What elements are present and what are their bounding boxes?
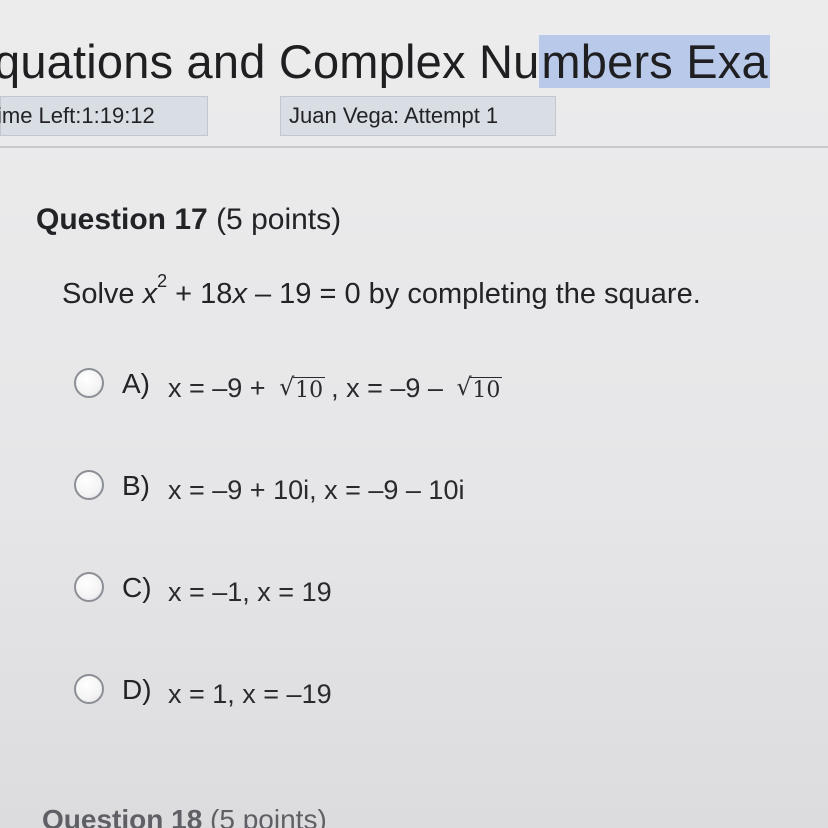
exam-title: quations and Complex Numbers Exa [0, 28, 770, 96]
exam-meta-row: ime Left:1:19:12 Juan Vega: Attempt 1 [0, 96, 828, 136]
option-letter: C) [122, 572, 152, 603]
radio-unselected-icon[interactable] [74, 368, 104, 398]
question-prompt: Solve x2 + 18x – 19 = 0 by completing th… [62, 272, 701, 316]
question-points: (5 points) [216, 203, 342, 236]
question-number: Question 17 [36, 203, 208, 236]
header-divider [0, 146, 828, 148]
sqrt-value: 10 [293, 377, 326, 403]
radio-unselected-icon[interactable] [74, 674, 104, 704]
next-question-points: (5 points) [210, 804, 327, 828]
prompt-variable: x [232, 278, 247, 310]
next-question-number: Question 18 [42, 804, 203, 828]
prompt-text: + 18 [167, 278, 233, 310]
option-letter: B) [122, 470, 150, 501]
time-left-box: ime Left:1:19:12 [0, 96, 208, 136]
answer-option-b[interactable]: B) x = –9 + 10i, x = –9 – 10i [70, 466, 770, 510]
prompt-variable: x [142, 278, 158, 310]
option-text: x = –9 + √ 10, x = –9 – √ 10 [168, 370, 508, 409]
time-left-label: ime Left:1:19:12 [0, 103, 155, 128]
option-text-part: , x = –9 – [331, 373, 451, 403]
prompt-text: – 19 = 0 by completing the square. [246, 278, 701, 310]
exam-title-highlighted: mbers Exa [539, 35, 770, 88]
question-heading: Question 17 (5 points) [36, 200, 341, 240]
attempt-box: Juan Vega: Attempt 1 [280, 96, 556, 136]
sqrt-icon: √ [456, 373, 472, 401]
answer-option-c[interactable]: C) x = –1, x = 19 [70, 568, 770, 612]
option-text-part: x = –9 + [168, 373, 274, 403]
option-letter: A) [122, 368, 150, 399]
answer-option-a[interactable]: A) x = –9 + √ 10, x = –9 – √ 10 [70, 364, 770, 408]
prompt-exponent: 2 [157, 271, 168, 291]
option-text: x = 1, x = –19 [168, 679, 332, 709]
radio-unselected-icon[interactable] [74, 572, 104, 602]
option-letter: D) [122, 674, 152, 705]
next-question-heading: Question 18 (5 points) [42, 800, 327, 828]
answer-option-d[interactable]: D) x = 1, x = –19 [70, 670, 770, 714]
radio-unselected-icon[interactable] [74, 470, 104, 500]
sqrt-expression: √ 10 [279, 373, 326, 409]
sqrt-expression: √ 10 [456, 373, 503, 409]
prompt-text: Solve [62, 278, 143, 310]
exam-page: quations and Complex Numbers Exa ime Lef… [0, 0, 828, 828]
option-text: x = –9 + 10i, x = –9 – 10i [168, 475, 465, 505]
sqrt-icon: √ [279, 373, 295, 401]
sqrt-value: 10 [470, 377, 503, 403]
attempt-label: Juan Vega: Attempt 1 [289, 103, 499, 128]
option-text: x = –1, x = 19 [168, 577, 332, 607]
exam-title-part1: quations and Complex Nu [0, 35, 540, 88]
